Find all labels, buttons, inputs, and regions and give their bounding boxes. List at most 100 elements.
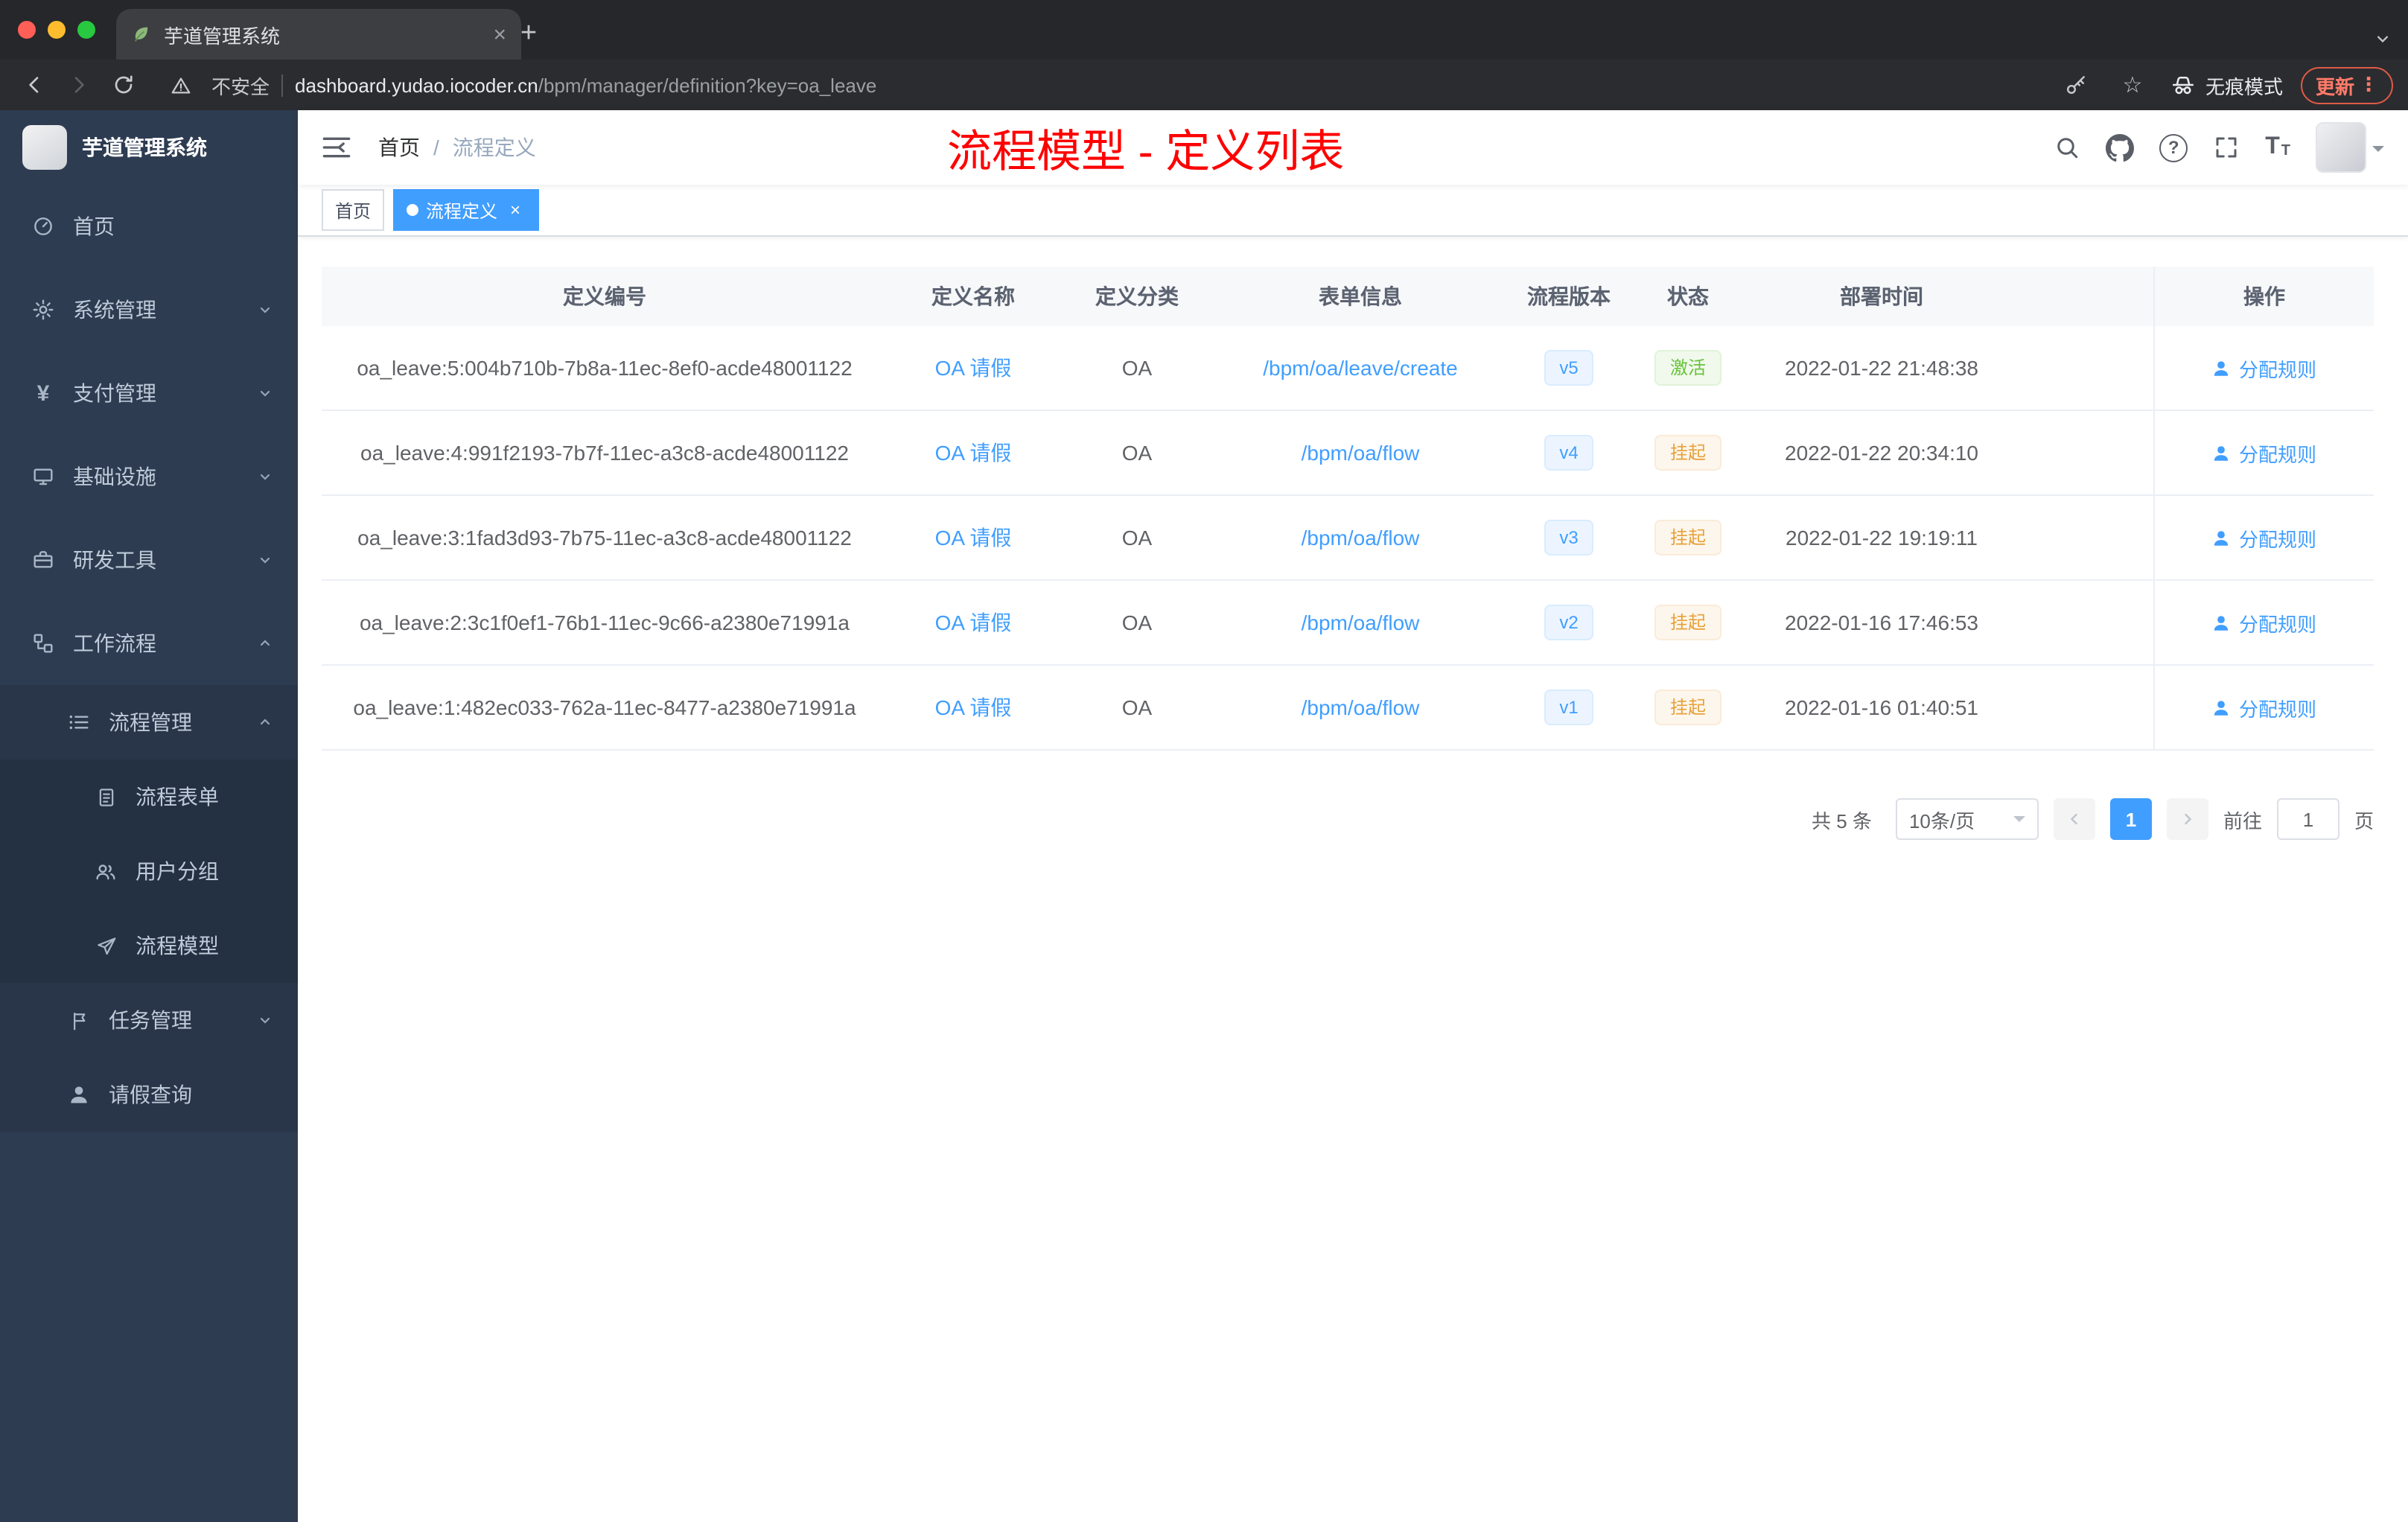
sidebar-item-devtools[interactable]: 研发工具 xyxy=(0,518,298,602)
sidebar-item-process-model[interactable]: 流程模型 xyxy=(0,908,298,983)
current-page-button[interactable]: 1 xyxy=(2109,798,2152,840)
url-text[interactable]: dashboard.yudao.iocoder.cn/bpm/manager/d… xyxy=(295,74,876,96)
sidebar-collapse-icon[interactable] xyxy=(322,134,351,161)
sidebar-item-infrastructure[interactable]: 基础设施 xyxy=(0,435,298,518)
definition-name-link[interactable]: OA 请假 xyxy=(935,695,1012,719)
fullscreen-icon[interactable] xyxy=(2213,134,2240,161)
tag-label: 流程定义 xyxy=(426,200,498,221)
sidebar-item-system[interactable]: 系统管理 xyxy=(0,268,298,351)
sidebar-item-task-management[interactable]: 任务管理 xyxy=(0,983,298,1057)
tag-process-definition[interactable]: 流程定义 × xyxy=(393,189,540,231)
col-header-status: 状态 xyxy=(1667,284,1709,308)
form-info-link[interactable]: /bpm/oa/flow xyxy=(1302,441,1420,465)
reload-icon[interactable] xyxy=(104,66,143,104)
assign-rule-button[interactable]: 分配规则 xyxy=(2212,439,2316,467)
assign-rule-label: 分配规则 xyxy=(2238,528,2316,550)
version-badge: v4 xyxy=(1544,435,1593,471)
forward-icon[interactable] xyxy=(60,66,98,104)
window-controls[interactable] xyxy=(18,0,95,60)
form-info-link[interactable]: /bpm/oa/flow xyxy=(1302,611,1420,634)
cell-category: OA xyxy=(1121,695,1153,719)
font-size-small-glyph: T xyxy=(2281,143,2290,159)
definition-name-link[interactable]: OA 请假 xyxy=(935,356,1012,380)
table-row: oa_leave:3:1fad3d93-7b75-11ec-a3c8-acde4… xyxy=(322,496,2374,581)
url-path: /bpm/manager/definition?key=oa_leave xyxy=(538,74,877,96)
window-close-button[interactable] xyxy=(18,21,36,39)
sidebar-item-workflow[interactable]: 工作流程 xyxy=(0,602,298,685)
password-key-icon[interactable] xyxy=(2057,66,2095,104)
next-page-button[interactable] xyxy=(2166,798,2208,840)
definition-name-link[interactable]: OA 请假 xyxy=(935,611,1012,634)
sidebar-item-leave-query[interactable]: 请假查询 xyxy=(0,1057,298,1132)
page-size-select[interactable]: 10条/页 xyxy=(1895,798,2039,840)
form-info-link[interactable]: /bpm/oa/flow xyxy=(1302,695,1420,719)
goto-page-input[interactable] xyxy=(2276,798,2339,840)
assign-rule-button[interactable]: 分配规则 xyxy=(2212,693,2316,722)
version-badge: v2 xyxy=(1544,605,1593,640)
table-row: oa_leave:1:482ec033-762a-11ec-8477-a2380… xyxy=(322,666,2374,751)
sidebar-item-label: 工作流程 xyxy=(73,631,156,655)
sidebar-item-label: 用户分组 xyxy=(136,859,219,883)
window-minimize-button[interactable] xyxy=(48,21,66,39)
sidebar-item-home[interactable]: 首页 xyxy=(0,185,298,268)
cell-category: OA xyxy=(1121,356,1153,380)
assign-rule-button[interactable]: 分配规则 xyxy=(2212,523,2316,552)
version-badge: v3 xyxy=(1544,520,1593,555)
new-tab-button[interactable]: + xyxy=(509,15,548,54)
browser-menu-icon[interactable]: ⋮ xyxy=(2359,73,2378,97)
tab-favicon-icon xyxy=(131,24,152,45)
font-size-large-glyph: T xyxy=(2265,134,2280,159)
page-content: 定义编号 定义名称 定义分类 表单信息 流程版本 状态 部署时间 操作 oa_l… xyxy=(298,237,2408,1522)
users-icon xyxy=(92,859,119,883)
definition-name-link[interactable]: OA 请假 xyxy=(935,441,1012,465)
goto-label: 前往 xyxy=(2223,809,2262,832)
chevron-down-icon xyxy=(256,384,274,402)
logo-title: 芋道管理系统 xyxy=(82,136,207,159)
breadcrumb-home[interactable]: 首页 xyxy=(378,133,420,162)
prev-page-button[interactable] xyxy=(2053,798,2095,840)
chevron-up-icon xyxy=(256,713,274,731)
chrome-update-button[interactable]: 更新 ⋮ xyxy=(2300,66,2393,104)
sidebar-item-user-group[interactable]: 用户分组 xyxy=(0,834,298,908)
yen-icon: ¥ xyxy=(36,380,50,406)
tag-close-icon[interactable]: × xyxy=(505,200,526,220)
chevron-down-icon xyxy=(256,551,274,569)
browser-tab[interactable]: 芋道管理系统 × xyxy=(116,9,521,60)
back-icon[interactable] xyxy=(15,66,54,104)
form-info-link[interactable]: /bpm/oa/flow xyxy=(1302,526,1420,550)
security-warning-icon[interactable] xyxy=(161,66,200,104)
status-badge: 挂起 xyxy=(1654,435,1721,471)
user-avatar-menu[interactable] xyxy=(2316,122,2384,173)
user-icon xyxy=(2214,445,2229,460)
assign-rule-label: 分配规则 xyxy=(2238,443,2316,465)
assign-rule-button[interactable]: 分配规则 xyxy=(2212,354,2316,382)
bookmark-star-icon[interactable]: ☆ xyxy=(2113,66,2152,104)
sidebar-item-label: 流程表单 xyxy=(136,785,219,809)
definition-name-link[interactable]: OA 请假 xyxy=(935,526,1012,550)
font-size-icon[interactable]: TT xyxy=(2265,134,2290,159)
pagination: 共 5 条 10条/页 1 前往 页 xyxy=(322,798,2374,840)
table-row: oa_leave:2:3c1f0ef1-76b1-11ec-9c66-a2380… xyxy=(322,581,2374,666)
page-annotation-title: 流程模型 - 定义列表 xyxy=(947,128,1345,177)
sidebar-item-process-management[interactable]: 流程管理 xyxy=(0,685,298,760)
user-icon xyxy=(66,1083,92,1107)
window-zoom-button[interactable] xyxy=(77,21,95,39)
select-caret-icon xyxy=(2013,816,2025,828)
tag-home[interactable]: 首页 xyxy=(322,189,385,231)
user-icon xyxy=(2214,615,2229,630)
user-icon xyxy=(2214,700,2229,715)
address-bar[interactable]: 不安全 dashboard.yudao.iocoder.cn/bpm/manag… xyxy=(161,66,2033,104)
pagination-total: 共 5 条 xyxy=(1812,809,1872,832)
form-info-link[interactable]: /bpm/oa/leave/create xyxy=(1263,356,1458,380)
tab-close-icon[interactable]: × xyxy=(493,23,506,45)
sidebar-item-payment[interactable]: ¥ 支付管理 xyxy=(0,351,298,435)
col-header-id: 定义编号 xyxy=(563,284,646,308)
github-icon[interactable] xyxy=(2106,133,2135,162)
sidebar-logo[interactable]: 芋道管理系统 xyxy=(0,110,298,185)
search-icon[interactable] xyxy=(2054,134,2080,161)
sidebar-item-process-form[interactable]: 流程表单 xyxy=(0,760,298,834)
help-icon[interactable]: ? xyxy=(2159,133,2188,162)
avatar[interactable] xyxy=(2316,122,2366,173)
tab-search-icon[interactable] xyxy=(2372,28,2393,49)
assign-rule-button[interactable]: 分配规则 xyxy=(2212,608,2316,637)
